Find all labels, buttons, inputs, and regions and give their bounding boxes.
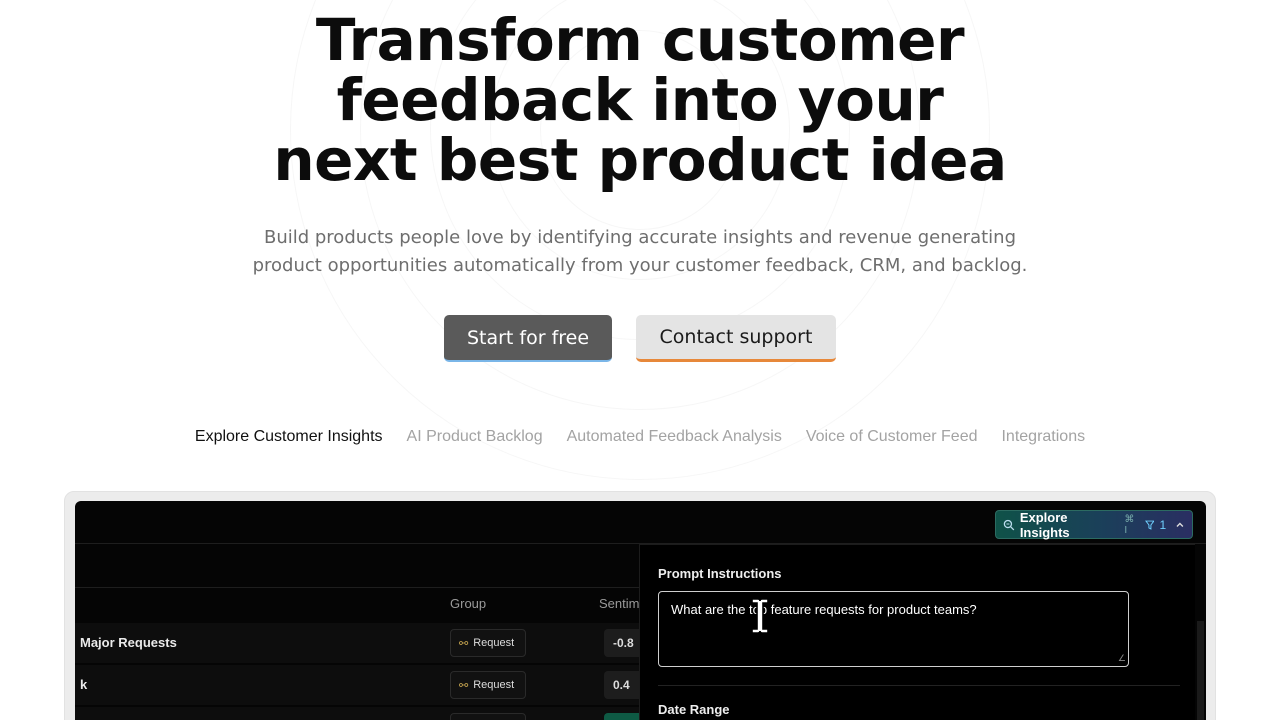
filter-icon bbox=[1144, 520, 1155, 530]
search-icon bbox=[1003, 519, 1015, 530]
group-chip-label: Request bbox=[473, 637, 515, 649]
hero-title-line: Transform customer bbox=[315, 6, 965, 74]
table-top-divider bbox=[75, 587, 640, 588]
prompt-instructions-title: Prompt Instructions bbox=[658, 566, 782, 581]
hero-subtitle: Build products people love by identifyin… bbox=[0, 224, 1280, 280]
tab-voice-of-customer-feed[interactable]: Voice of Customer Feed bbox=[806, 428, 978, 446]
app-preview-screen: Explore Insights ⌘ I 1 Group Sentim Majo… bbox=[75, 501, 1206, 720]
column-header-group[interactable]: Group bbox=[450, 596, 486, 611]
explore-insights-label: Explore Insights bbox=[1019, 509, 1070, 540]
panel-scrollbar[interactable] bbox=[1197, 621, 1204, 720]
table-row[interactable] bbox=[75, 707, 644, 720]
sentiment-score: 0.4 bbox=[604, 671, 644, 699]
date-range-title: Date Range bbox=[658, 702, 730, 717]
resize-handle-icon[interactable]: ∠ bbox=[1118, 653, 1126, 664]
start-for-free-button[interactable]: Start for free bbox=[444, 315, 612, 362]
tab-automated-feedback-analysis[interactable]: Automated Feedback Analysis bbox=[567, 428, 782, 446]
row-label: Major Requests bbox=[80, 635, 177, 650]
prompt-text: What are the top feature requests for pr… bbox=[671, 602, 977, 617]
hero-title-line: next best product idea bbox=[273, 126, 1007, 194]
hero-title: Transform customer feedback into your ne… bbox=[0, 10, 1280, 190]
text-cursor-icon bbox=[751, 598, 769, 634]
group-chip bbox=[450, 713, 526, 720]
lightbulb-icon: ⚯ bbox=[459, 637, 469, 650]
lightbulb-icon: ⚯ bbox=[459, 679, 469, 692]
row-label: k bbox=[80, 677, 88, 692]
explore-insights-button[interactable]: Explore Insights ⌘ I 1 bbox=[995, 509, 1193, 540]
chevron-up-icon[interactable] bbox=[1175, 520, 1185, 530]
hero-subtitle-line: Build products people love by identifyin… bbox=[263, 227, 1017, 248]
sentiment-score bbox=[604, 713, 644, 720]
contact-support-button[interactable]: Contact support bbox=[636, 315, 836, 362]
shortcut-hint: ⌘ I bbox=[1124, 513, 1135, 536]
table-row[interactable]: Major Requests ⚯ Request -0.8 bbox=[75, 623, 644, 663]
group-chip: ⚯ Request bbox=[450, 629, 526, 657]
tab-ai-product-backlog[interactable]: AI Product Backlog bbox=[407, 428, 543, 446]
prompt-instructions-input[interactable]: What are the top feature requests for pr… bbox=[658, 591, 1129, 667]
hero-title-line: feedback into your bbox=[336, 66, 944, 134]
column-header-sentiment[interactable]: Sentim bbox=[599, 596, 639, 611]
panel-divider bbox=[658, 685, 1180, 686]
tab-explore-customer-insights[interactable]: Explore Customer Insights bbox=[195, 428, 383, 446]
tab-integrations[interactable]: Integrations bbox=[1001, 428, 1085, 446]
hero-subtitle-line: product opportunities automatically from… bbox=[252, 255, 1028, 276]
group-chip-label: Request bbox=[473, 679, 515, 691]
feature-tabs: Explore Customer Insights AI Product Bac… bbox=[0, 428, 1280, 446]
group-chip: ⚯ Request bbox=[450, 671, 526, 699]
table-row[interactable]: k ⚯ Request 0.4 bbox=[75, 665, 644, 705]
explore-insights-panel: Prompt Instructions What are the top fea… bbox=[639, 544, 1195, 720]
sentiment-score: -0.8 bbox=[604, 629, 644, 657]
filter-count: 1 bbox=[1159, 517, 1167, 532]
